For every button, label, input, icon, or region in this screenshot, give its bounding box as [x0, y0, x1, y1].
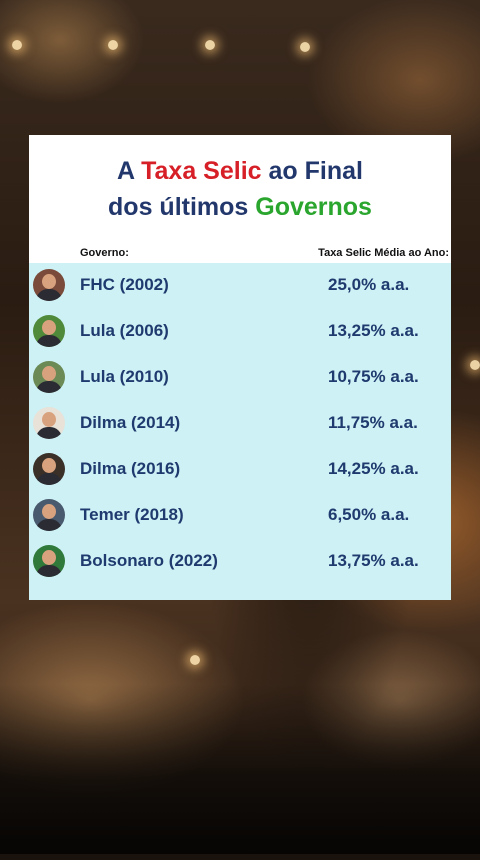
avatar [33, 407, 65, 439]
stage-light [470, 360, 480, 370]
title-text: dos últimos [108, 193, 256, 221]
row-taxa: 14,25% a.a. [328, 459, 419, 478]
row-taxa: 11,75% a.a. [328, 413, 418, 432]
selic-card: A Taxa Selic ao Final dos últimos Govern… [29, 135, 451, 600]
title-highlight-green: Governos [255, 193, 372, 221]
avatar [33, 269, 65, 301]
avatar [33, 453, 65, 485]
avatar [33, 545, 65, 577]
row-governo: Bolsonaro (2022) [80, 551, 218, 570]
title-text: ao Final [261, 157, 363, 185]
title-highlight-red: Taxa Selic [141, 157, 262, 185]
row-governo: FHC (2002) [80, 275, 169, 294]
row-taxa: 13,75% a.a. [328, 551, 419, 570]
table-row: FHC (2002) 25,0% a.a. [29, 263, 451, 309]
header-taxa: Taxa Selic Média ao Ano: [318, 247, 449, 259]
selic-table: FHC (2002) 25,0% a.a. Lula (2006) 13,25%… [29, 263, 451, 600]
table-row: Temer (2018) 6,50% a.a. [29, 493, 451, 539]
header-governo: Governo: [80, 247, 129, 259]
table-row: Lula (2010) 10,75% a.a. [29, 355, 451, 401]
stage-light [205, 40, 215, 50]
card-title: A Taxa Selic ao Final dos últimos Govern… [29, 153, 451, 225]
row-taxa: 6,50% a.a. [328, 505, 410, 524]
stage-light [12, 40, 22, 50]
avatar [33, 361, 65, 393]
table-header: Governo: Taxa Selic Média ao Ano: [29, 243, 451, 263]
row-taxa: 10,75% a.a. [328, 367, 419, 386]
stage-light [190, 655, 200, 665]
avatar [33, 315, 65, 347]
row-governo: Lula (2006) [80, 321, 169, 340]
title-text: A [117, 157, 142, 185]
table-row: Lula (2006) 13,25% a.a. [29, 309, 451, 355]
table-row: Dilma (2014) 11,75% a.a. [29, 401, 451, 447]
stage-light [300, 42, 310, 52]
title-line-1: A Taxa Selic ao Final [29, 153, 451, 189]
table-row: Bolsonaro (2022) 13,75% a.a. [29, 539, 451, 585]
row-governo: Dilma (2016) [80, 459, 181, 478]
table-row: Dilma (2016) 14,25% a.a. [29, 447, 451, 493]
row-governo: Dilma (2014) [80, 413, 181, 432]
stage-light [108, 40, 118, 50]
avatar [33, 499, 65, 531]
row-governo: Lula (2010) [80, 367, 169, 386]
row-taxa: 25,0% a.a. [328, 275, 410, 294]
row-governo: Temer (2018) [80, 505, 184, 524]
row-taxa: 13,25% a.a. [328, 321, 419, 340]
background-crowd [0, 684, 480, 854]
title-line-2: dos últimos Governos [29, 189, 451, 225]
